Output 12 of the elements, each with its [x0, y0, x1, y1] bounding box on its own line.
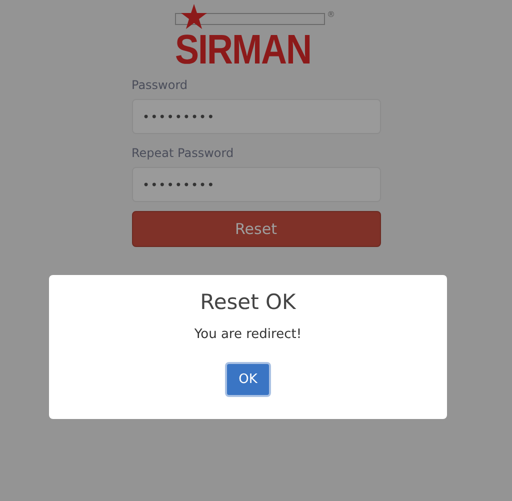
registered-mark: ®	[327, 10, 335, 19]
brand-logo: SIRMAN	[175, 30, 311, 70]
dialog-title: Reset OK	[200, 290, 296, 314]
password-field[interactable]: •••••••••	[132, 99, 380, 134]
field-label: Password	[132, 78, 189, 92]
field-label: Repeat Password	[132, 146, 235, 160]
password-field[interactable]: •••••••••	[132, 167, 380, 202]
dialog-message: You are redirect!	[194, 327, 302, 342]
ok-button[interactable]: OK	[225, 362, 271, 397]
star-icon	[181, 4, 207, 29]
reset-button[interactable]: Reset	[132, 211, 380, 247]
logo-bar-icon	[175, 10, 325, 26]
